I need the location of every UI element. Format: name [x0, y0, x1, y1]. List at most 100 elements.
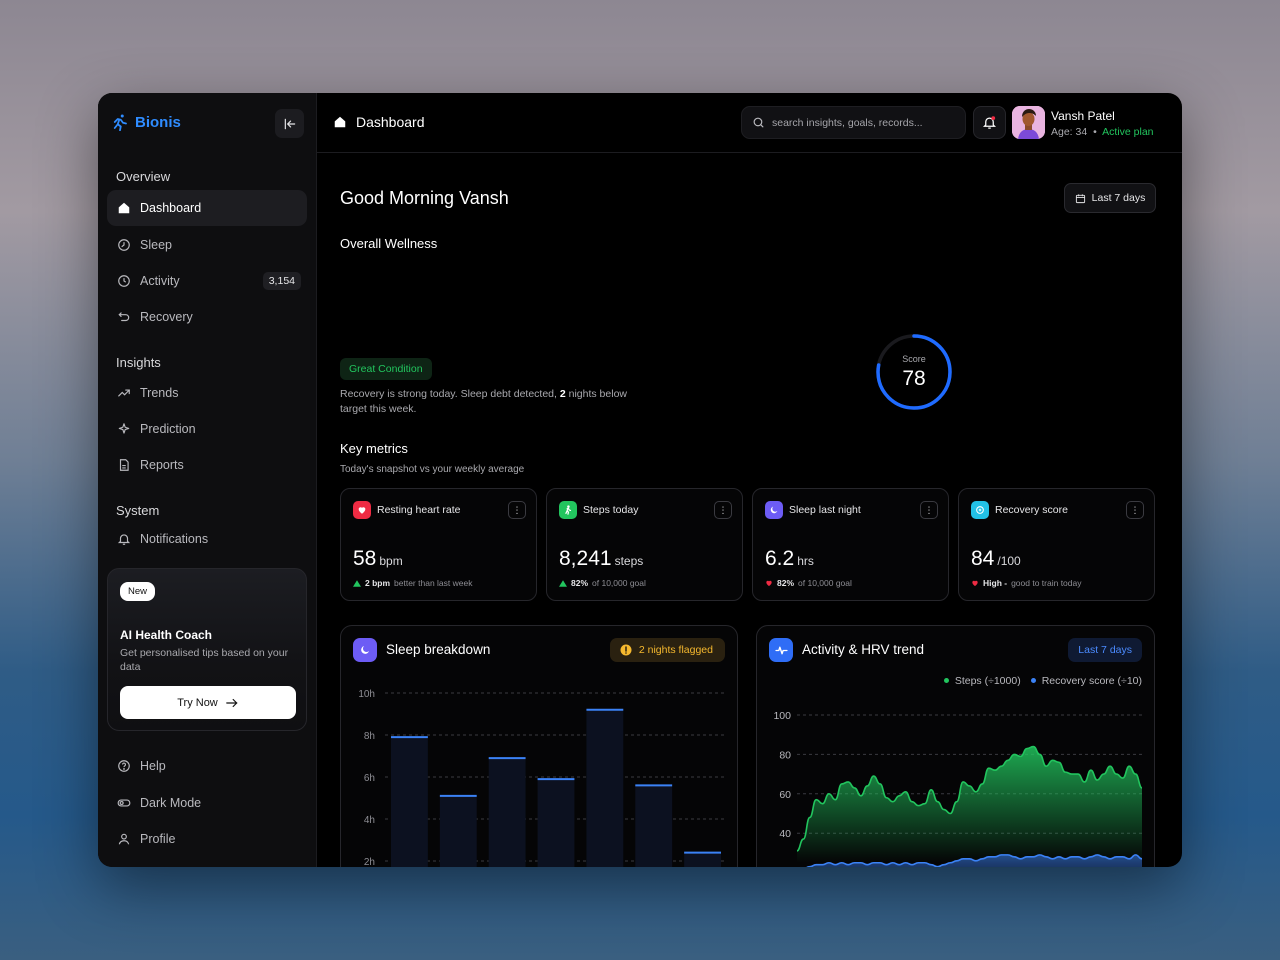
- sleep-icon: [118, 239, 130, 251]
- more-options-button[interactable]: ⋮: [1126, 501, 1144, 519]
- heart-icon: [353, 501, 371, 519]
- metric-label: Resting heart rate: [377, 504, 461, 516]
- more-options-button[interactable]: ⋮: [508, 501, 526, 519]
- collapse-sidebar-button[interactable]: [275, 109, 304, 138]
- activity-range-badge[interactable]: Last 7 days: [1068, 638, 1142, 662]
- metric-number: 6.2: [765, 547, 795, 570]
- coach-description: Get personalised tips based on your data: [120, 647, 289, 673]
- more-options-button[interactable]: ⋮: [920, 501, 938, 519]
- sidebar-item-label: Dashboard: [140, 201, 202, 215]
- sidebar-item-label: Recovery: [140, 310, 193, 324]
- search-input[interactable]: [772, 116, 962, 129]
- metric-value: 84/100: [971, 547, 1021, 571]
- brand-name: Bionis: [135, 113, 181, 131]
- metric-card-sleep[interactable]: Sleep last night ⋮ 6.2 hrs 82% of 10,000 …: [752, 488, 949, 601]
- sidebar-item-trends[interactable]: Trends: [107, 375, 307, 411]
- metric-foot-bold: 2 bpm: [365, 578, 391, 588]
- metric-value: 6.2 hrs: [765, 547, 814, 571]
- sleep-bar: [391, 737, 428, 867]
- sidebar-item-label: Notifications: [140, 532, 209, 546]
- sidebar-item-help[interactable]: Help: [107, 748, 307, 784]
- wellness-description: Recovery is strong today. Sleep debt det…: [340, 387, 650, 417]
- sidebar-item-notifications[interactable]: Notifications: [107, 521, 307, 557]
- sleep-breakdown-panel: Sleep breakdown 2 nights flagged 0h 2h 4h 6…: [340, 625, 738, 867]
- heart-icon: [766, 580, 772, 586]
- date-range-button[interactable]: Last 7 days: [1064, 183, 1156, 213]
- chart-legend: Steps (÷1000) Recovery score (÷10): [943, 675, 1142, 687]
- search-icon: [753, 117, 764, 128]
- series-area: [797, 746, 1142, 863]
- sidebar-item-activity[interactable]: Activity 3,154: [107, 263, 307, 299]
- panel-title: Activity & HRV trend: [802, 642, 925, 657]
- y-tick-label: 2h: [364, 857, 375, 867]
- sleep-bar: [537, 779, 575, 867]
- sidebar-item-prediction[interactable]: Prediction: [107, 411, 307, 447]
- panel-title: Sleep breakdown: [386, 642, 491, 657]
- sleep-bar: [488, 758, 526, 867]
- sidebar-item-label: Profile: [140, 832, 176, 846]
- flagged-badge[interactable]: 2 nights flagged: [609, 638, 725, 662]
- y-tick-label: 80: [779, 749, 791, 761]
- metric-foot-bold: 82%: [571, 578, 589, 588]
- metric-value: 8,241 steps: [559, 547, 643, 571]
- y-tick-label: 8h: [364, 731, 375, 742]
- y-tick-label: 100: [773, 710, 791, 722]
- sleep-bar: [635, 785, 673, 867]
- clock-icon: [118, 275, 130, 287]
- activity-area-chart: 020406080100Mon Tue Wed Thu Fri Sat Sun: [773, 710, 1143, 867]
- calendar-icon: [1075, 193, 1085, 203]
- metric-unit: bpm: [379, 554, 403, 568]
- user-icon: [118, 833, 130, 845]
- sidebar-item-label: Help: [140, 759, 166, 773]
- date-range-label: Last 7 days: [1091, 192, 1146, 204]
- greeting: Good Morning Vansh: [340, 188, 509, 208]
- sidebar-item-sleep[interactable]: Sleep: [107, 227, 307, 263]
- activity-hrv-panel: Activity & HRV trend Last 7 days Steps (…: [756, 625, 1155, 867]
- sidebar-item-label: Reports: [140, 458, 184, 472]
- metric-card-recovery[interactable]: Recovery score ⋮ 84/100 High - good to t…: [958, 488, 1155, 601]
- wellness-title: Overall Wellness: [340, 236, 438, 251]
- metric-unit: hrs: [797, 554, 814, 568]
- plan-status: Active plan: [1102, 126, 1154, 138]
- user-name: Vansh Patel: [1051, 109, 1115, 123]
- user-meta: Age: 34 • Active plan: [1051, 126, 1154, 138]
- brand-logo[interactable]: Bionis: [111, 113, 181, 131]
- score-value: 78: [902, 367, 926, 390]
- up-arrow-icon: [559, 579, 567, 587]
- metric-foot-text: of 10,000 goal: [592, 578, 646, 588]
- heart-icon: [972, 580, 978, 586]
- score-label: Score: [902, 354, 926, 364]
- moon-icon: [353, 638, 377, 662]
- section-title-overview: Overview: [116, 169, 171, 184]
- metric-label: Sleep last night: [789, 504, 861, 516]
- runner-icon: [113, 114, 127, 131]
- metric-unit: /100: [997, 554, 1021, 568]
- sidebar-item-dashboard[interactable]: Dashboard: [107, 190, 307, 226]
- more-options-button[interactable]: ⋮: [714, 501, 732, 519]
- sidebar-item-dark-mode[interactable]: Dark Mode: [107, 785, 307, 821]
- section-title-system: System: [116, 503, 160, 518]
- metric-foot: 82% of 10,000 goal: [765, 578, 852, 588]
- sleep-bar: [684, 852, 721, 867]
- metric-card-heart-rate[interactable]: Resting heart rate ⋮ 58 bpm 2 bpm better …: [340, 488, 537, 601]
- sleep-bar-chart: 0h2h4h6h8h10hMON TUE WED THU FRI SAT SUN: [358, 689, 727, 867]
- metric-label: Steps today: [583, 504, 639, 516]
- search-box[interactable]: [741, 106, 966, 139]
- sidebar-item-recovery[interactable]: Recovery: [107, 299, 307, 335]
- metric-number: 58: [353, 547, 377, 570]
- sidebar-item-profile[interactable]: Profile: [107, 821, 307, 857]
- bell-icon: [982, 116, 997, 129]
- y-tick-label: 60: [779, 789, 791, 801]
- moon-icon: [765, 501, 783, 519]
- metric-foot-bold: High -: [983, 578, 1008, 588]
- sidebar-item-reports[interactable]: Reports: [107, 447, 307, 483]
- notifications-button[interactable]: [973, 106, 1006, 139]
- sleep-bar: [439, 795, 477, 867]
- user-age: Age: 34: [1051, 126, 1088, 138]
- home-icon: [118, 202, 130, 214]
- key-metrics-subtitle: Today's snapshot vs your weekly average: [340, 464, 525, 475]
- try-now-button[interactable]: Try Now: [120, 686, 296, 719]
- metric-card-steps[interactable]: Steps today ⋮ 8,241 steps 82% of 10,000 g…: [546, 488, 743, 601]
- walk-icon: [559, 501, 577, 519]
- avatar[interactable]: [1012, 106, 1045, 139]
